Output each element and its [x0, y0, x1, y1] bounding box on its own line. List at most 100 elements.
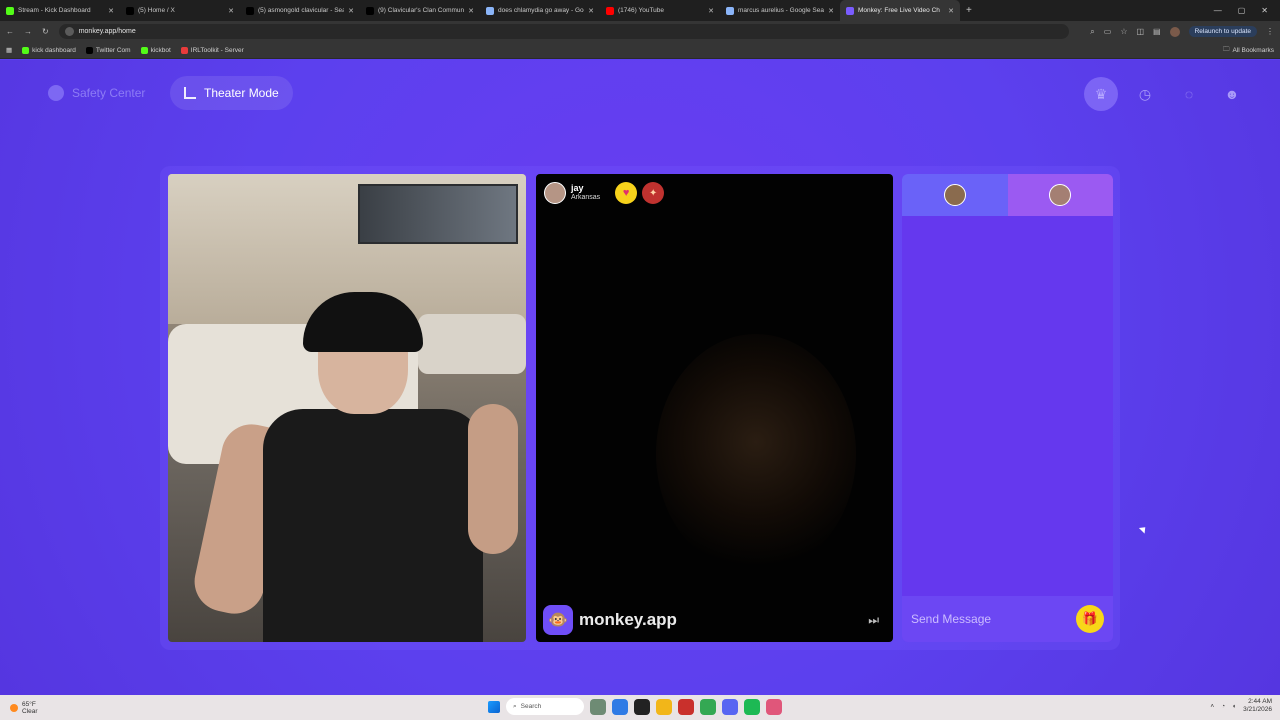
chrome-icon[interactable]	[700, 698, 716, 715]
monkey-avatar-icon[interactable]: ☻	[1215, 77, 1249, 111]
address-bar[interactable]: monkey.app/home	[58, 24, 1069, 39]
tab-favicon-icon	[486, 6, 494, 15]
browser-tab[interactable]: Stream - Kick Dashboard ✕	[0, 0, 120, 21]
browser-tab[interactable]: (5) Home / X ✕	[120, 0, 240, 21]
tab-favicon-icon	[6, 6, 14, 15]
close-icon[interactable]: ✕	[468, 7, 474, 15]
participant-avatar	[943, 184, 966, 206]
bookmarks-bar: ▦ kick dashboard Twitter Com kickbot IRL…	[0, 42, 1280, 59]
tab-title: (5) asmongold clavicular - Sear	[258, 7, 345, 14]
bookmark-favicon-icon	[180, 46, 188, 54]
cast-icon[interactable]: ▭	[1104, 27, 1112, 36]
close-icon[interactable]: ✕	[108, 7, 114, 15]
bookmark-item[interactable]: kickbot	[140, 46, 171, 54]
chat-input-bar[interactable]: Send Message 🎁	[902, 596, 1113, 642]
window-controls: — ▢ ✕	[1214, 6, 1280, 15]
tab-title: Monkey: Free Live Video Ch	[858, 7, 940, 14]
browser-tab[interactable]: (9) Clavicular's Clan Communit ✕	[360, 0, 480, 21]
remote-user-location: Arkansas	[571, 194, 601, 201]
tab-title: marcus aurelius - Google Sear	[738, 7, 825, 14]
tab-favicon-icon	[246, 6, 254, 15]
video-sofa	[418, 314, 526, 374]
terminal-icon[interactable]	[634, 698, 650, 715]
mouse-cursor-icon	[1138, 524, 1149, 534]
reload-icon[interactable]: ↻	[42, 27, 49, 36]
bookmark-favicon-icon	[140, 46, 148, 54]
remote-user-tag[interactable]: jay Arkansas ♥ ✦	[544, 182, 665, 204]
search-icon: ⌕	[513, 702, 517, 710]
monkey-logo-icon: 🐵	[543, 605, 573, 635]
bookmark-star-icon[interactable]: ☆	[1120, 27, 1127, 36]
browser-tab[interactable]: (1746) YouTube ✕	[600, 0, 720, 21]
network-icon[interactable]: ◔	[1221, 703, 1225, 710]
taskbar-search[interactable]: ⌕ Search	[506, 698, 584, 715]
clock-date: 3/21/2026	[1243, 706, 1272, 713]
remote-user-avatar[interactable]	[544, 182, 566, 204]
back-icon[interactable]: ←	[6, 27, 14, 36]
close-icon[interactable]: ✕	[348, 7, 354, 15]
close-icon[interactable]: ✕	[828, 7, 834, 15]
app-icon[interactable]	[766, 698, 782, 715]
close-icon[interactable]: ✕	[228, 7, 234, 15]
close-icon[interactable]: ✕	[588, 7, 594, 15]
new-tab-button[interactable]: +	[960, 5, 978, 16]
volume-icon[interactable]: ◖	[1232, 703, 1236, 710]
history-icon[interactable]: ◷	[1128, 77, 1162, 111]
windows-start-icon[interactable]	[488, 700, 500, 713]
zoom-icon[interactable]: ⌕	[1090, 27, 1094, 37]
close-icon[interactable]: ✕	[948, 7, 954, 15]
skip-icon[interactable]: ⏭	[868, 613, 879, 628]
weather-widget[interactable]: 65°F Clear	[10, 701, 160, 715]
taskbar-search-label: Search	[520, 703, 542, 710]
browser-tab[interactable]: (5) asmongold clavicular - Sear ✕	[240, 0, 360, 21]
report-badge-icon[interactable]: ✦	[642, 182, 665, 204]
browser-tab-active[interactable]: Monkey: Free Live Video Ch ✕	[840, 0, 960, 21]
minimize-icon[interactable]: —	[1214, 6, 1222, 15]
chat-icon[interactable]: ◌	[1172, 77, 1206, 111]
monkey-page: Safety Center Theater Mode ♛ ◷ ◌ ☻ jay A…	[0, 60, 1280, 695]
bookmark-label: Twitter Com	[95, 46, 131, 54]
all-bookmarks-button[interactable]: 🗀 All Bookmarks	[1223, 45, 1274, 56]
browser-tab[interactable]: marcus aurelius - Google Sear ✕	[720, 0, 840, 21]
remote-video: jay Arkansas ♥ ✦ 🐵 monkey.app ⏭	[536, 174, 893, 642]
chrome-icon[interactable]	[612, 698, 628, 715]
extension-icon[interactable]: ◫	[1136, 27, 1144, 36]
bookmark-label: kickbot	[150, 46, 171, 54]
gift-icon[interactable]: 🎁	[1076, 605, 1104, 633]
browser-tabbar: Stream - Kick Dashboard ✕ (5) Home / X ✕ (…	[0, 0, 1280, 21]
chevron-up-icon[interactable]: ˄	[1210, 703, 1214, 710]
forward-icon[interactable]: →	[24, 27, 32, 36]
explorer-icon[interactable]	[656, 698, 672, 715]
browser-tab[interactable]: does chlamydia go away - Goo ✕	[480, 0, 600, 21]
theater-mode-button[interactable]: Theater Mode	[170, 76, 293, 110]
close-icon[interactable]: ✕	[708, 7, 714, 15]
all-bookmarks-label: All Bookmarks	[1232, 46, 1274, 54]
taskview-icon[interactable]	[590, 698, 606, 715]
bookmark-item[interactable]: Twitter Com	[85, 46, 131, 54]
bookmark-favicon-icon	[22, 46, 30, 54]
video-window	[358, 184, 518, 244]
tab-favicon-icon	[726, 6, 734, 15]
tab-favicon-icon	[606, 6, 614, 15]
menu-icon[interactable]: ⋮	[1266, 27, 1274, 36]
sidepanel-icon[interactable]: ▤	[1153, 27, 1161, 36]
heart-badge-icon[interactable]: ♥	[615, 182, 638, 204]
spotify-icon[interactable]	[744, 698, 760, 715]
discord-icon[interactable]	[722, 698, 738, 715]
tab-title: (9) Clavicular's Clan Communit	[378, 7, 465, 14]
site-info-icon[interactable]	[64, 27, 74, 36]
profile-avatar[interactable]	[1169, 26, 1180, 37]
bookmark-item[interactable]: IRLToolkit - Server	[180, 46, 244, 54]
clock[interactable]: 2:44 AM 3/21/2026	[1243, 698, 1272, 714]
safety-center-button[interactable]: Safety Center	[34, 76, 159, 110]
bookmark-item[interactable]: kick dashboard	[22, 46, 76, 54]
url-text: monkey.app/home	[78, 28, 136, 35]
relaunch-button[interactable]: Relaunch to update	[1188, 26, 1257, 37]
close-window-icon[interactable]: ✕	[1261, 6, 1268, 15]
app-icon[interactable]	[678, 698, 694, 715]
apps-grid-icon[interactable]: ▦	[6, 46, 12, 54]
send-message-input[interactable]: Send Message	[911, 612, 1076, 626]
maximize-icon[interactable]: ▢	[1238, 6, 1246, 15]
bookmark-favicon-icon	[85, 46, 93, 54]
crown-icon[interactable]: ♛	[1084, 77, 1118, 111]
